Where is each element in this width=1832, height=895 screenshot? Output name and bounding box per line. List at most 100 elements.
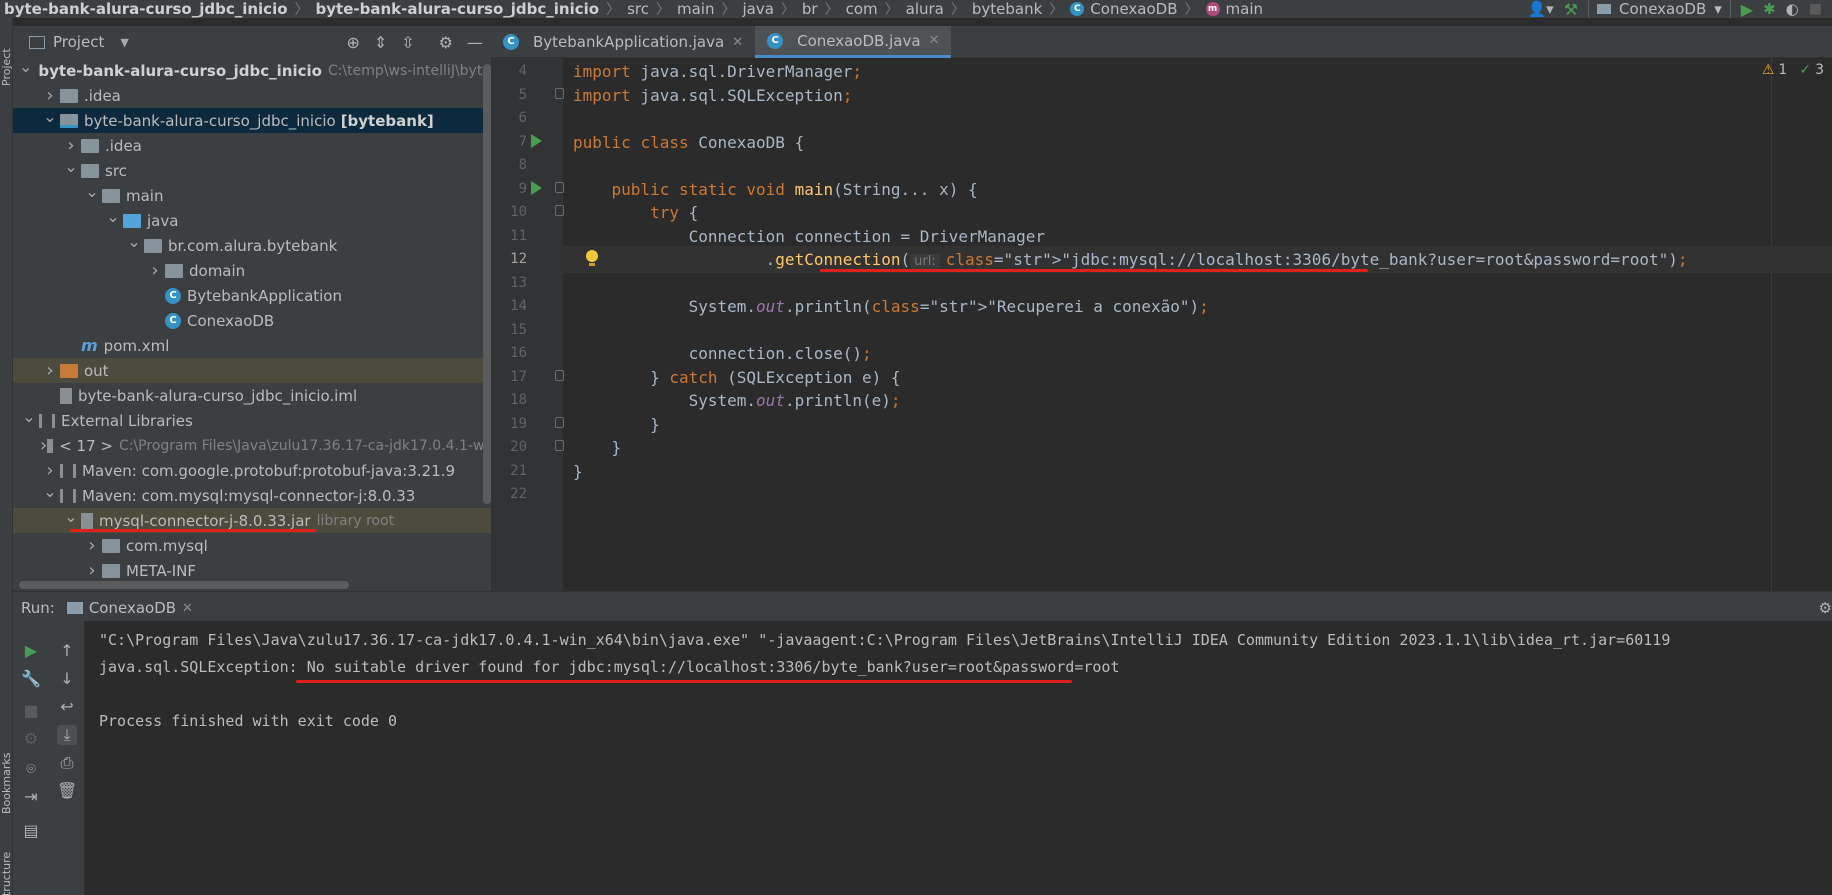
chevron-right-icon[interactable]: › (145, 260, 165, 281)
vertical-scrollbar[interactable] (483, 64, 491, 504)
chevron-down-icon[interactable]: ⌄ (61, 157, 81, 176)
run-gutter-icon[interactable] (531, 180, 542, 195)
breadcrumb-module[interactable]: byte-bank-alura-curso_jdbc_inicio (312, 0, 604, 18)
tree-item[interactable]: › < 17 > C:\Program Files\Java\zulu17.36.1… (13, 433, 491, 458)
close-icon[interactable]: ✕ (929, 33, 940, 48)
project-panel-title[interactable]: Project (53, 33, 104, 51)
breadcrumb-class[interactable]: C ConexaoDB (1066, 0, 1181, 18)
camera-icon[interactable]: ⌾ (21, 759, 41, 779)
breadcrumb-alura[interactable]: alura (902, 0, 948, 18)
fold-marker-icon[interactable] (555, 181, 564, 193)
debug-bug-icon[interactable]: ✱ (1763, 0, 1776, 18)
scroll-to-end-icon[interactable]: ⤓ (57, 725, 77, 745)
tree-item[interactable]: byte-bank-alura-curso_jdbc_inicio.iml (13, 383, 491, 408)
tree-item[interactable]: › domain (13, 258, 491, 283)
print-icon[interactable]: ⎙ (57, 753, 77, 773)
tree-item[interactable]: › .idea (13, 133, 491, 158)
chevron-right-icon[interactable]: › (40, 360, 60, 381)
bookmarks-tool-window-tab[interactable]: Bookmarks (0, 744, 13, 814)
gear-icon[interactable]: ⚙ (1819, 599, 1832, 617)
stop-icon[interactable]: ■ (1809, 1, 1822, 17)
gear-icon[interactable]: ⚙ (439, 33, 453, 52)
breadcrumb-bytebank[interactable]: bytebank (968, 0, 1046, 18)
inspection-widget[interactable]: ⚠ 1 ✓ 3 (1762, 62, 1824, 78)
tree-item[interactable]: ⌄ byte-bank-alura-curso_jdbc_inicio [byteb… (13, 107, 491, 133)
fold-marker-icon[interactable] (555, 416, 564, 428)
down-arrow-icon[interactable]: ↓ (57, 669, 77, 689)
breadcrumb-main[interactable]: main (673, 0, 718, 18)
chevron-right-icon[interactable]: › (40, 435, 47, 456)
tree-item[interactable]: ⌄ External Libraries (13, 407, 491, 433)
tree-item[interactable]: m pom.xml (13, 333, 491, 358)
layout-icon[interactable]: ▤ (21, 821, 41, 841)
close-icon[interactable]: ✕ (732, 35, 743, 50)
fold-marker-icon[interactable] (555, 205, 564, 216)
code-line[interactable]: import java.sql.SQLException; (573, 82, 852, 109)
chevron-down-icon[interactable]: ⌄ (103, 207, 123, 226)
chevron-down-icon[interactable]: ⌄ (19, 407, 39, 426)
breadcrumb-method[interactable]: m main (1202, 0, 1267, 18)
chevron-down-icon[interactable]: ⌄ (61, 507, 81, 526)
code-line[interactable]: } (573, 458, 583, 485)
tree-item[interactable]: ⌄ mysql-connector-j-8.0.33.jar library roo… (13, 507, 491, 533)
chevron-down-icon[interactable]: ⌄ (40, 107, 60, 126)
stop-icon[interactable]: ■ (21, 701, 41, 721)
tree-item[interactable]: › Maven: com.google.protobuf:protobuf-jav… (13, 458, 491, 483)
breadcrumb-com[interactable]: com (842, 0, 882, 18)
user-icon[interactable]: 👤▾ (1527, 0, 1553, 18)
run-configuration-select[interactable]: ConexaoDB ▾ (1588, 0, 1731, 18)
run-tab-conexaodb[interactable]: ConexaoDB ✕ (66, 599, 193, 617)
code-editor[interactable]: 4 5 6 7 8 9 10 11 12 13 14 15 16 17 18 19 20 21 22 import … (491, 58, 1832, 591)
trash-icon[interactable]: 🗑 (57, 781, 77, 801)
code-line[interactable]: public class ConexaoDB { (573, 129, 804, 156)
project-tool-window-tab[interactable]: Project (0, 36, 13, 86)
lightbulb-icon[interactable] (585, 250, 599, 266)
chevron-right-icon[interactable]: › (61, 135, 81, 156)
tab-bytebank-application[interactable]: C BytebankApplication.java ✕ (491, 26, 755, 58)
chevron-right-icon[interactable]: › (82, 560, 102, 581)
chevron-down-icon[interactable]: ⌄ (124, 232, 144, 251)
soft-wrap-icon[interactable]: ↩ (57, 697, 77, 717)
structure-tool-window-tab[interactable]: Structure (0, 843, 13, 895)
run-icon[interactable]: ▶ (1741, 0, 1753, 18)
tree-item[interactable]: ⌄ Maven: com.mysql:mysql-connector-j:8.0.… (13, 482, 491, 508)
chevron-right-icon[interactable]: › (40, 85, 60, 106)
chevron-right-icon[interactable]: › (82, 535, 102, 556)
exit-icon[interactable]: ⇥ (21, 787, 41, 807)
rerun-icon[interactable]: ▶ (21, 641, 41, 661)
hide-panel-icon[interactable]: — (467, 33, 483, 52)
tree-item[interactable]: › com.mysql (13, 533, 491, 558)
tree-item[interactable]: ⌄ br.com.alura.bytebank (13, 232, 491, 258)
chevron-down-icon[interactable]: ⌄ (19, 57, 32, 76)
breadcrumb-java[interactable]: java (738, 0, 777, 18)
chevron-down-icon[interactable]: ⌄ (40, 482, 60, 501)
tree-item[interactable]: › META-INF (13, 558, 491, 583)
locate-target-icon[interactable]: ⊕ (346, 33, 359, 52)
fold-marker-icon[interactable] (555, 369, 564, 381)
chevron-right-icon[interactable]: › (40, 460, 60, 481)
horizontal-scrollbar[interactable] (19, 581, 349, 589)
fold-marker-icon[interactable] (555, 440, 564, 451)
breadcrumb-br[interactable]: br (798, 0, 822, 18)
breadcrumb-src[interactable]: src (623, 0, 653, 18)
chevron-down-icon[interactable]: ▼ (120, 36, 128, 49)
coverage-icon[interactable]: ◐ (1786, 0, 1799, 18)
tree-item[interactable]: C BytebankApplication (13, 283, 491, 308)
tab-conexaodb[interactable]: C ConexaoDB.java ✕ (755, 26, 952, 58)
fold-marker-icon[interactable] (555, 87, 564, 99)
tree-item[interactable]: › out (13, 358, 491, 383)
build-hammer-icon[interactable]: ⚒ (1564, 0, 1578, 18)
close-icon[interactable]: ✕ (182, 601, 193, 616)
tree-item[interactable]: › .idea (13, 83, 491, 108)
chevron-down-icon[interactable]: ⌄ (82, 182, 102, 201)
up-arrow-icon[interactable]: ↑ (57, 641, 77, 661)
wrench-icon[interactable]: 🔧 (21, 669, 41, 689)
breadcrumb-project[interactable]: byte-bank-alura-curso_jdbc_inicio (0, 0, 292, 18)
collapse-all-icon[interactable]: ⇳ (401, 33, 414, 52)
run-gutter-icon[interactable] (531, 133, 542, 148)
tree-item[interactable]: ⌄ main (13, 182, 491, 208)
tree-item[interactable]: ⌄ src (13, 157, 491, 183)
expand-all-icon[interactable]: ⇕ (374, 33, 387, 52)
dump-threads-icon[interactable]: ⚙ (21, 729, 41, 749)
tree-item[interactable]: ⌄ byte-bank-alura-curso_jdbc_inicio C:\tem… (13, 57, 491, 83)
